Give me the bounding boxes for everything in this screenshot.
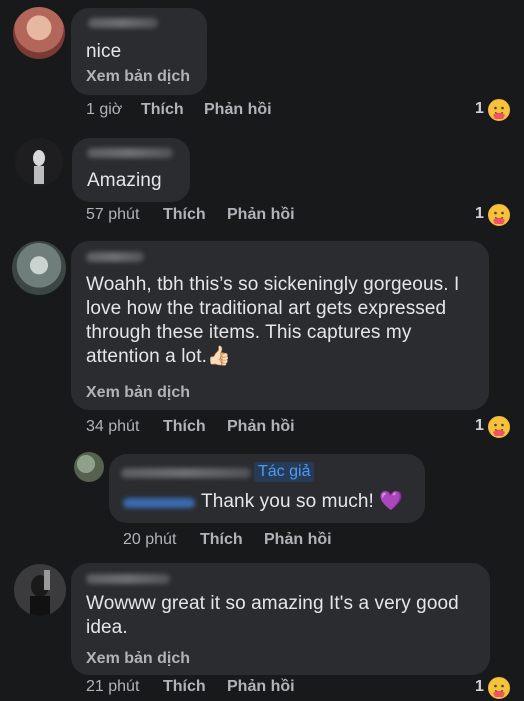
comment-text-line: attention a lot.👍🏻	[86, 345, 231, 369]
see-translation-link[interactable]: Xem bản dịch	[86, 650, 190, 668]
comment-bubble[interactable]: Woahh, tbh this’s so sickeningly gorgeou…	[71, 241, 489, 410]
reaction-summary[interactable]: 1	[475, 414, 515, 440]
like-button[interactable]: Thích	[141, 101, 184, 119]
comment-3: Woahh, tbh this’s so sickeningly gorgeou…	[0, 235, 524, 445]
like-button[interactable]: Thích	[163, 678, 206, 696]
reply-button[interactable]: Phản hồi	[204, 101, 272, 119]
comment-text: Amazing	[87, 170, 162, 191]
avatar[interactable]	[74, 452, 104, 482]
thumbs-up-emoji: 👍🏻	[206, 346, 231, 367]
avatar[interactable]	[13, 7, 65, 59]
reaction-count: 1	[475, 205, 484, 222]
author-reply: Tác giả Thank you so much! 💜 20 phút Thí…	[0, 448, 524, 558]
comment-text-line: love how the traditional art gets expres…	[86, 298, 447, 319]
comment-bubble[interactable]: Tác giả Thank you so much! 💜	[109, 454, 425, 523]
commenter-name-blurred	[121, 468, 251, 478]
reply-text: Thank you so much!	[201, 491, 374, 512]
reaction-count: 1	[475, 100, 484, 117]
comment-5: Wowww great it so amazing It's a very go…	[0, 558, 524, 701]
comment-text-last: attention a lot.	[86, 346, 207, 367]
like-button[interactable]: Thích	[163, 418, 206, 436]
reply-button[interactable]: Phản hồi	[227, 418, 295, 436]
avatar[interactable]	[12, 241, 66, 295]
comment-text: Thank you so much! 💜	[201, 490, 403, 514]
comment-time: 34 phút	[86, 418, 140, 435]
mentioned-name-blurred[interactable]	[123, 498, 195, 508]
reply-button[interactable]: Phản hồi	[227, 206, 295, 224]
comment-bubble[interactable]: nice Xem bản dịch	[71, 8, 207, 95]
care-reaction-icon	[486, 414, 512, 440]
care-reaction-icon	[486, 97, 512, 123]
reaction-summary[interactable]: 1	[475, 202, 515, 228]
comment-time: 1 giờ	[86, 101, 123, 118]
like-button[interactable]: Thích	[163, 206, 206, 224]
comment-actions: 34 phút Thích Phản hồi	[86, 418, 386, 438]
comment-actions: 20 phút Thích Phản hồi	[123, 531, 423, 551]
comment-actions: 57 phút Thích Phản hồi	[86, 206, 386, 226]
commenter-name-blurred	[88, 18, 158, 28]
reaction-summary[interactable]: 1	[475, 97, 515, 123]
reaction-summary[interactable]: 1	[475, 675, 515, 701]
comment-time: 21 phút	[86, 678, 140, 695]
comment-time: 20 phút	[123, 531, 177, 548]
comment-text-line: Woahh, tbh this’s so sickeningly gorgeou…	[86, 274, 460, 295]
comment-1: nice Xem bản dịch 1 giờ Thích Phản hồi 1	[0, 0, 524, 130]
purple-heart-emoji: 💜	[379, 491, 404, 512]
comment-actions: 1 giờ Thích Phản hồi	[86, 101, 386, 121]
reply-button[interactable]: Phản hồi	[227, 678, 295, 696]
comment-2: Amazing 57 phút Thích Phản hồi 1	[0, 130, 524, 230]
comment-text-line: through these items. This captures my	[86, 322, 412, 343]
see-translation-link[interactable]: Xem bản dịch	[86, 68, 190, 86]
care-reaction-icon	[486, 675, 512, 701]
comment-actions: 21 phút Thích Phản hồi	[86, 678, 386, 698]
comment-bubble[interactable]: Amazing	[72, 138, 190, 202]
author-badge: Tác giả	[254, 462, 315, 482]
care-reaction-icon	[486, 202, 512, 228]
commenter-name-blurred	[86, 574, 170, 584]
see-translation-link[interactable]: Xem bản dịch	[86, 384, 190, 402]
reaction-count: 1	[475, 417, 484, 434]
commenter-name-blurred	[86, 252, 144, 262]
reply-button[interactable]: Phản hồi	[264, 531, 332, 549]
avatar[interactable]	[14, 564, 66, 616]
comment-time: 57 phút	[86, 206, 140, 223]
like-button[interactable]: Thích	[200, 531, 243, 549]
comment-text-line: idea.	[86, 617, 128, 638]
comment-text-line: Wowww great it so amazing It's a very go…	[86, 593, 459, 614]
avatar[interactable]	[15, 138, 63, 186]
comment-text: nice	[86, 41, 122, 62]
commenter-name-blurred	[87, 148, 173, 158]
reaction-count: 1	[475, 678, 484, 695]
comment-bubble[interactable]: Wowww great it so amazing It's a very go…	[71, 563, 490, 675]
